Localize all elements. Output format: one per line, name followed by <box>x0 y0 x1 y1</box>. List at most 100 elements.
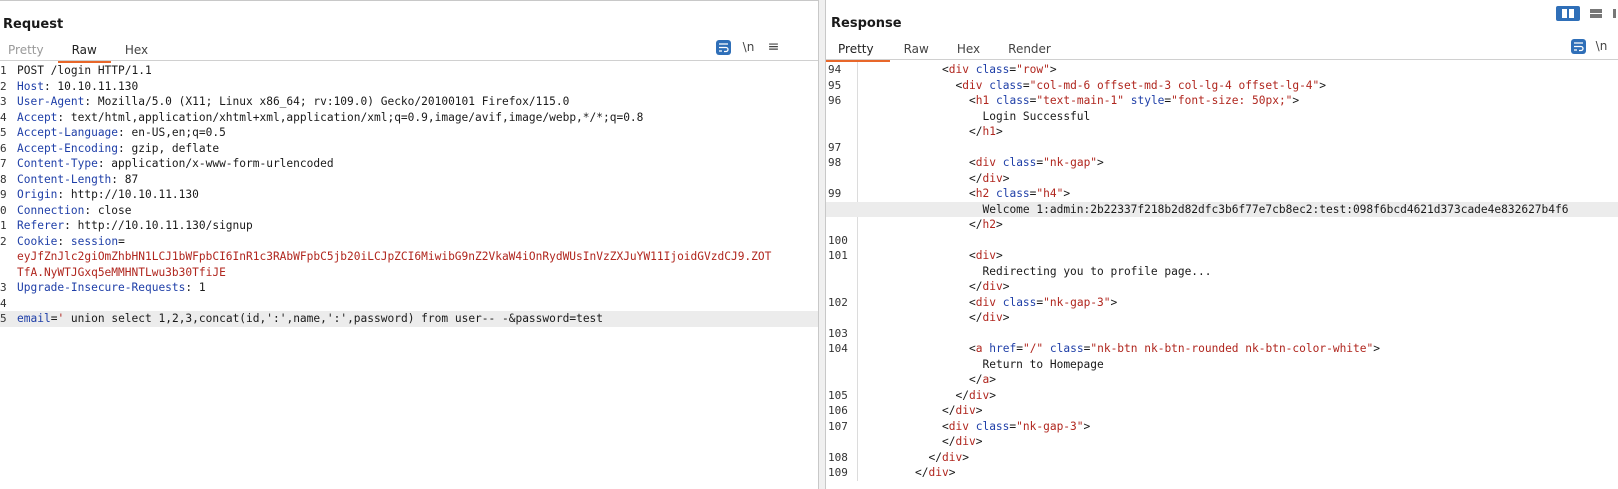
syntax-text: > <box>1002 280 1010 293</box>
response-line-text: </div> <box>861 403 982 419</box>
layout-horizontal-button[interactable] <box>1584 6 1608 21</box>
syntax-key: Upgrade-Insecure-Requests <box>17 281 186 294</box>
line-number: 99 <box>828 187 842 200</box>
response-line-text: </div> <box>861 465 955 481</box>
request-title: Request <box>3 17 64 32</box>
syntax-text: > <box>995 125 1003 138</box>
tab-request-hex[interactable]: Hex <box>111 40 162 61</box>
syntax-value: div <box>928 466 949 479</box>
syntax-key: email <box>17 312 51 325</box>
response-line-text: </a> <box>861 372 996 388</box>
syntax-value: "nk-gap-3" <box>1043 295 1111 309</box>
response-line: </a> <box>826 372 1618 388</box>
request-line: 4 Accept: text/html,application/xhtml+xml… <box>0 110 818 126</box>
wrap-lines-toggle-response[interactable] <box>1571 39 1586 54</box>
newline-toggle-response[interactable]: \n <box>1594 39 1609 54</box>
syntax-key: Origin <box>17 188 58 201</box>
line-number: 4 <box>0 296 7 310</box>
request-editor[interactable]: 1 POST /login HTTP/1.1 2 Host: 10.10.11.130… <box>0 63 818 327</box>
syntax-text: </ <box>969 373 983 386</box>
syntax-key: class <box>975 419 1010 433</box>
syntax-value: div <box>975 295 996 309</box>
tab-request-pretty[interactable]: Pretty <box>0 40 58 61</box>
line-number: 98 <box>828 156 842 169</box>
syntax-key: User-Agent <box>17 95 85 108</box>
syntax-value: "nk-btn nk-btn-rounded nk-btn-color-whit… <box>1090 342 1374 355</box>
syntax-text: </ <box>969 218 983 231</box>
response-line: Login Successful <box>826 109 1618 125</box>
response-line-text: </div> <box>861 171 1009 187</box>
syntax-key: Connection <box>17 203 85 217</box>
syntax-value: "col-md-6 offset-md-3 col-lg-4 offset-lg… <box>1029 78 1320 92</box>
syntax-value: div <box>955 435 976 448</box>
syntax-value: h2 <box>975 187 990 200</box>
tab-response-render[interactable]: Render <box>994 39 1065 60</box>
response-line-text: <div class="nk-gap"> <box>861 155 1104 171</box>
syntax-key: Content-Type <box>17 157 98 170</box>
syntax-text: </ <box>955 388 969 402</box>
tabs-divider <box>826 59 1618 60</box>
syntax-text <box>989 187 996 200</box>
syntax-key: Accept-Language <box>17 126 119 139</box>
response-line-text: Login Successful <box>861 109 1091 125</box>
syntax-text: </ <box>969 125 983 138</box>
response-line: Return to Homepage <box>826 357 1618 373</box>
response-pane: Response Pretty Raw Hex Render \n 94 <div… <box>826 0 1618 489</box>
response-line: 104 <a href="/" class="nk-btn nk-btn-roun… <box>826 341 1618 357</box>
syntax-key: Referer <box>17 219 65 232</box>
menu-icon[interactable]: ≡ <box>766 40 781 55</box>
response-line: 105 </div> <box>826 388 1618 404</box>
line-number: 104 <box>828 342 848 355</box>
response-line: </div> <box>826 434 1618 450</box>
layout-split-button[interactable] <box>1556 6 1580 21</box>
syntax-value: "text-main-1" <box>1036 94 1124 107</box>
syntax-text: POST /login HTTP/1.1 <box>17 64 152 77</box>
line-number: 9 <box>0 188 7 201</box>
syntax-text: = <box>118 234 125 248</box>
response-line: </div> <box>826 171 1618 187</box>
syntax-text: : http://10.10.11.130/signup <box>64 219 253 232</box>
response-line-text: <div class="col-md-6 offset-md-3 col-lg-… <box>861 78 1327 94</box>
response-line: 100 <box>826 233 1618 249</box>
syntax-value: div <box>948 63 969 76</box>
syntax-text: : application/x-www-form-urlencoded <box>97 157 334 170</box>
syntax-key: Cookie <box>17 234 58 248</box>
syntax-key: class <box>1049 342 1084 355</box>
line-number: 101 <box>828 249 848 262</box>
syntax-text: < <box>969 249 976 262</box>
response-line: Redirecting you to profile page... <box>826 264 1618 280</box>
syntax-text: : <box>57 234 71 248</box>
syntax-text: : close <box>84 203 132 217</box>
response-line: 102 <div class="nk-gap-3"> <box>826 295 1618 311</box>
syntax-text: > <box>995 249 1003 262</box>
syntax-key: session <box>70 234 119 248</box>
response-line-text: </div> <box>861 279 1009 295</box>
tab-response-hex[interactable]: Hex <box>943 39 994 60</box>
syntax-text: </ <box>969 171 983 185</box>
request-line: 1 POST /login HTTP/1.1 <box>0 63 818 79</box>
request-line-text: email=' union select 1,2,3,concat(id,':'… <box>17 311 780 327</box>
pane-splitter[interactable] <box>818 0 826 489</box>
request-line: 8 Content-Length: 87 <box>0 172 818 188</box>
syntax-value: "nk-gap" <box>1043 156 1098 169</box>
response-line: 108 </div> <box>826 450 1618 466</box>
syntax-value: div <box>982 311 1003 324</box>
line-number: 3 <box>0 281 7 294</box>
request-line: 5 email=' union select 1,2,3,concat(id,':… <box>0 311 818 327</box>
syntax-text: > <box>1063 187 1071 200</box>
response-editor[interactable]: 94 <div class="row"> 95 <div class="col-md-… <box>826 62 1618 481</box>
layout-vertical-button[interactable] <box>1612 6 1618 21</box>
syntax-text: Welcome 1:admin:2b22337f218b2d82dfc3b6f7… <box>982 202 1569 216</box>
line-number: 8 <box>0 172 7 186</box>
syntax-text: > <box>1319 78 1327 92</box>
request-line-text: Accept: text/html,application/xhtml+xml,… <box>17 110 780 126</box>
newline-toggle-request[interactable]: \n <box>741 40 756 55</box>
tab-response-raw[interactable]: Raw <box>890 39 943 60</box>
syntax-text <box>969 420 976 433</box>
layout-toggle <box>1552 6 1618 21</box>
response-line-text: <div> <box>861 248 1003 264</box>
request-line-text: POST /login HTTP/1.1 <box>17 63 780 79</box>
syntax-text <box>989 94 996 107</box>
syntax-text: < <box>969 94 976 107</box>
wrap-lines-toggle-request[interactable] <box>716 40 731 55</box>
